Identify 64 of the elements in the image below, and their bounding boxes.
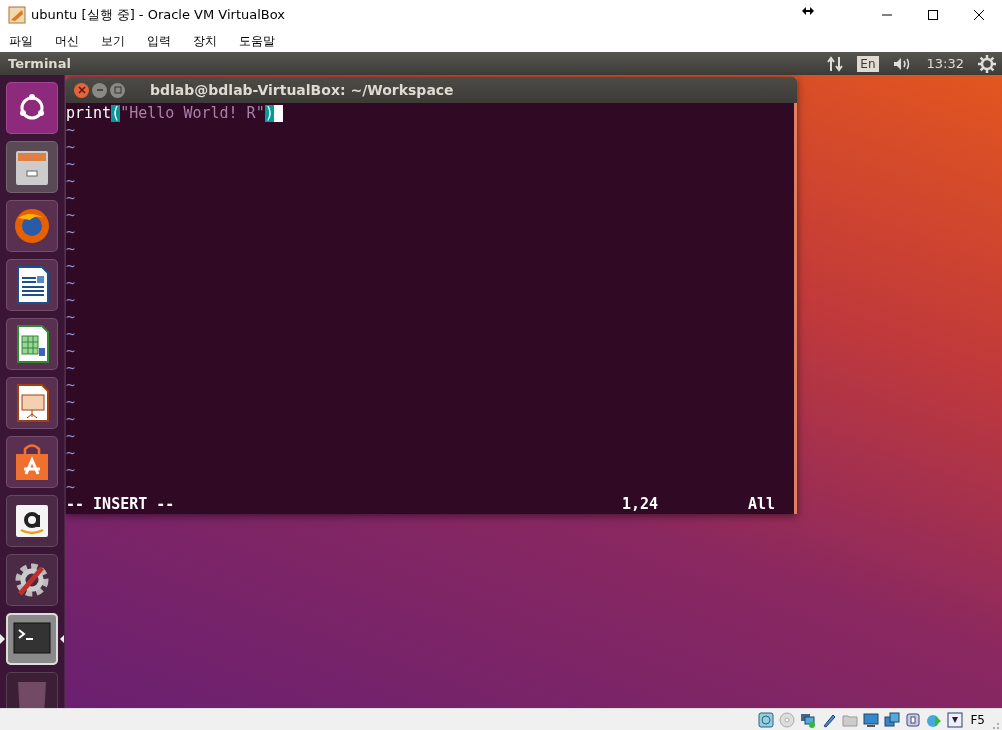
empty-line-marker: ~	[66, 156, 77, 173]
resize-grip-icon	[990, 720, 1000, 730]
launcher-item[interactable]	[6, 436, 58, 488]
launcher-item[interactable]	[6, 554, 58, 606]
menu-item[interactable]: 보기	[100, 32, 126, 50]
minimize-icon	[95, 86, 104, 94]
empty-line-marker: ~	[66, 394, 77, 411]
keyboard-layout-indicator[interactable]: En	[857, 55, 879, 72]
chip-icon[interactable]	[905, 711, 922, 728]
down-arrow-box-icon[interactable]	[947, 711, 964, 728]
network-arrows-icon[interactable]	[827, 55, 844, 72]
close-icon	[77, 86, 86, 94]
empty-line-marker: ~	[66, 292, 77, 309]
menu-item[interactable]: 입력	[146, 32, 172, 50]
terminal-title: bdlab@bdlab-VirtualBox: ~/Workspace	[150, 82, 454, 98]
text-cursor	[273, 105, 283, 122]
empty-line-marker: ~	[66, 224, 77, 241]
network-icon[interactable]	[800, 711, 817, 728]
scroll-position: All	[748, 496, 777, 513]
minimize-button[interactable]	[92, 82, 107, 98]
windows-icon[interactable]	[884, 711, 901, 728]
empty-line-marker: ~	[66, 445, 77, 462]
app-icon	[8, 6, 26, 24]
maximize-icon	[928, 10, 938, 20]
clock[interactable]: 13:32	[926, 56, 964, 71]
display-icon[interactable]	[863, 711, 880, 728]
empty-line-marker: ~	[66, 360, 77, 377]
launcher-item[interactable]	[6, 318, 58, 370]
menu-item[interactable]: 머신	[54, 32, 80, 50]
empty-line-marker: ~	[66, 207, 77, 224]
active-app-name: Terminal	[8, 56, 71, 71]
resize-arrow-icon	[802, 7, 814, 15]
empty-line-marker: ~	[66, 343, 77, 360]
cursor-position: 1,24	[622, 496, 660, 513]
empty-line-marker: ~	[66, 173, 77, 190]
window-title: ubuntu [실행 중] - Oracle VM VirtualBox	[31, 6, 285, 24]
empty-line-marker: ~	[66, 326, 77, 343]
maximize-icon	[113, 86, 122, 94]
gear-icon[interactable]	[978, 54, 996, 73]
launcher-item[interactable]	[6, 377, 58, 429]
empty-line-marker: ~	[66, 479, 77, 496]
vim-mode: -- INSERT --	[66, 496, 176, 513]
launcher-item[interactable]	[6, 613, 58, 665]
host-key-label: F5	[970, 712, 985, 727]
empty-line-marker: ~	[66, 190, 77, 207]
empty-line-marker: ~	[66, 411, 77, 428]
empty-line-marker: ~	[66, 258, 77, 275]
code-line: print("Hello World! R")	[66, 105, 794, 122]
launcher-item[interactable]	[6, 82, 58, 134]
empty-line-marker: ~	[66, 377, 77, 394]
empty-line-marker: ~	[66, 275, 77, 292]
empty-line-marker: ~	[66, 428, 77, 445]
empty-line-marker: ~	[66, 139, 77, 156]
empty-line-marker: ~	[66, 309, 77, 326]
menu-item[interactable]: 장치	[192, 32, 218, 50]
menu-item[interactable]: 도움말	[238, 32, 276, 50]
close-button[interactable]	[74, 82, 89, 98]
empty-line-marker: ~	[66, 241, 77, 258]
empty-line-marker: ~	[66, 122, 77, 139]
launcher-item[interactable]	[6, 495, 58, 547]
empty-line-marker: ~	[66, 462, 77, 479]
launcher-item[interactable]	[6, 259, 58, 311]
close-icon	[974, 10, 984, 20]
menu-item[interactable]: 파일	[8, 32, 34, 50]
